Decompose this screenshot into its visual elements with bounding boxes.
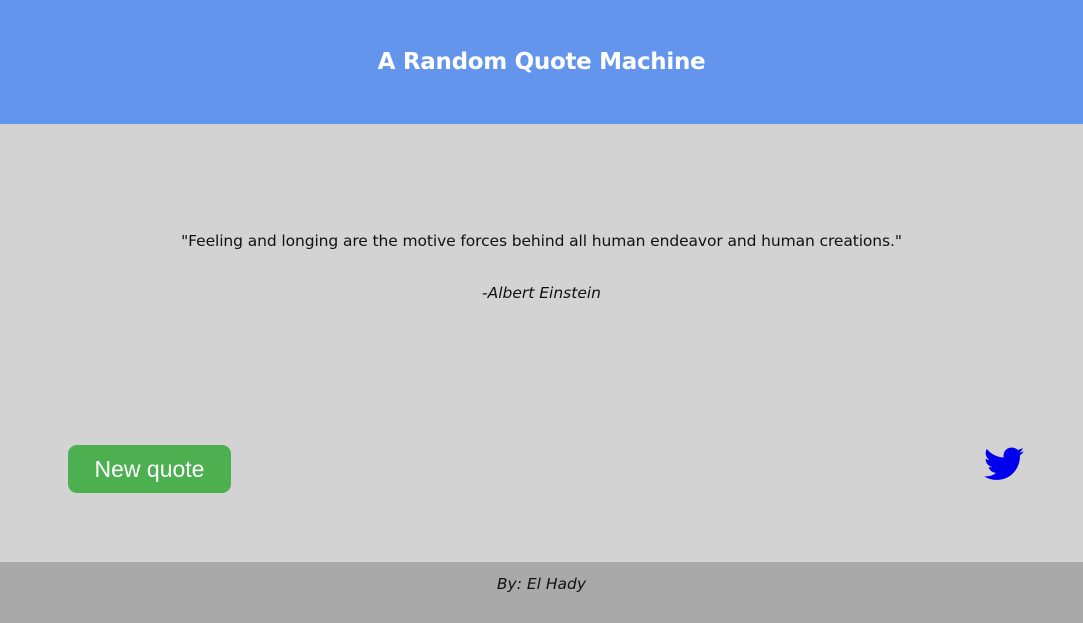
footer: By: El Hady: [0, 562, 1083, 623]
page-title: A Random Quote Machine: [377, 49, 706, 75]
footer-credit: By: El Hady: [496, 575, 587, 593]
quote-text: "Feeling and longing are the motive forc…: [181, 232, 902, 250]
new-quote-button[interactable]: New quote: [68, 445, 231, 493]
quote-author: -Albert Einstein: [482, 284, 601, 302]
quote-box: "Feeling and longing are the motive forc…: [0, 124, 1083, 562]
header-banner: A Random Quote Machine: [0, 0, 1083, 124]
tweet-quote-link[interactable]: [984, 447, 1024, 481]
page: A Random Quote Machine "Feeling and long…: [0, 0, 1083, 623]
twitter-bird-icon: [984, 447, 1024, 480]
